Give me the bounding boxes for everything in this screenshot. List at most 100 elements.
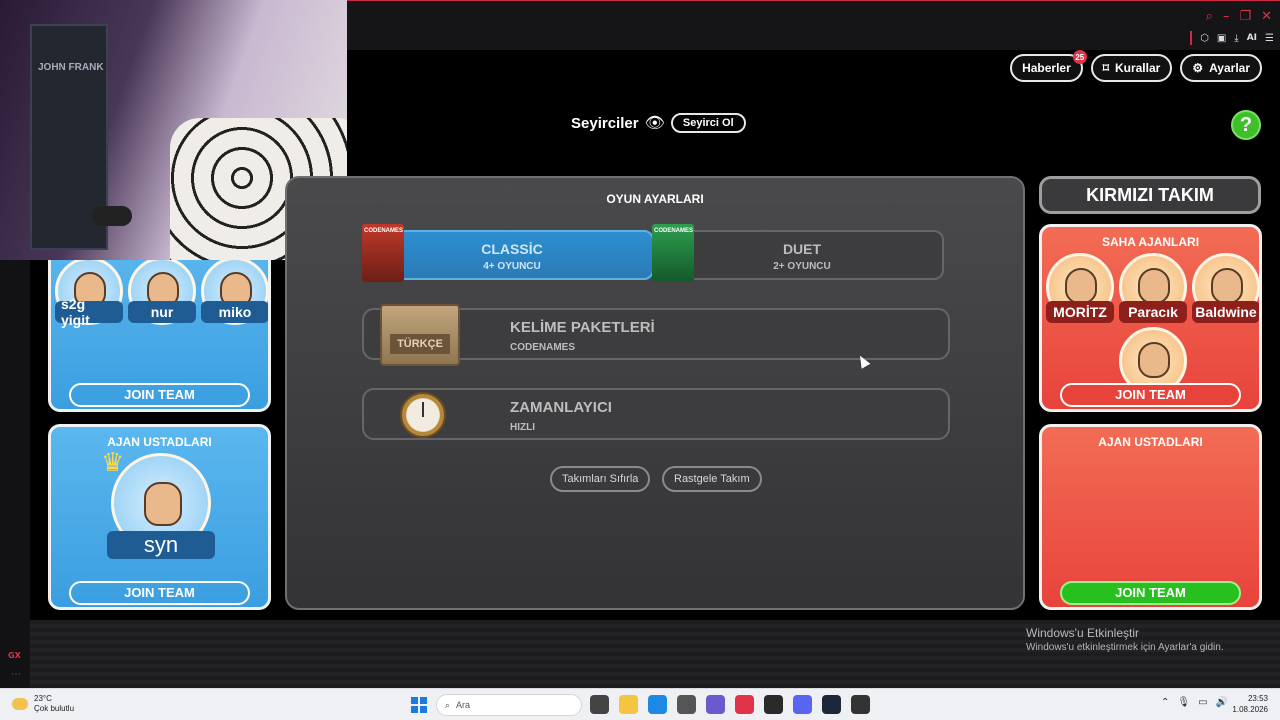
crate-icon: TÜRKÇE [380, 304, 460, 366]
mode-classic-button[interactable]: CODENAMES CLASSİC 4+ OYUNCU [362, 224, 654, 282]
taskbar-search[interactable]: ⌕ Ara [436, 694, 582, 716]
settings-title: OYUN AYARLARI [606, 192, 704, 206]
cloud-icon [12, 698, 28, 710]
extension-bar: ⬡ ▣ ⤓ AI ☰ [1190, 31, 1274, 45]
settings-button[interactable]: ⚙ Ayarlar [1180, 54, 1262, 82]
player-name: MORİTZ [1046, 301, 1114, 323]
windows-start-icon[interactable] [411, 697, 427, 713]
watermark-title: Windows'u Etkinleştir [1026, 626, 1139, 640]
blue-operatives-panel: s2g yigit nur miko JOIN TEAM [48, 240, 271, 412]
face-icon [1211, 268, 1243, 304]
player-name: Paracık [1119, 301, 1187, 323]
settings-label: Ayarlar [1209, 61, 1250, 75]
face-icon [1138, 342, 1170, 378]
copilot-icon[interactable] [706, 695, 725, 714]
taskbar-apps [590, 695, 870, 714]
steam-icon[interactable] [822, 695, 841, 714]
red-operatives-title: SAHA AJANLARI [1101, 235, 1200, 249]
crate-label: TÜRKÇE [390, 334, 450, 354]
mode-players: 2+ OYUNCU [773, 261, 831, 272]
random-teams-button[interactable]: Rastgele Takım [662, 466, 762, 492]
file-explorer-icon[interactable] [619, 695, 638, 714]
volume-icon[interactable]: 🔊 [1216, 697, 1228, 708]
microphone-icon[interactable]: 🎙 [1177, 697, 1190, 708]
player-name: s2g yigit [55, 296, 123, 328]
search-icon[interactable]: ⌕ [1206, 9, 1213, 24]
rules-label: Kurallar [1114, 61, 1161, 75]
display-icon[interactable]: ▭ [1198, 697, 1207, 708]
news-badge: 25 [1072, 50, 1087, 64]
menu-icon[interactable]: ☰ [1265, 33, 1274, 44]
timer-value: HIZLI [510, 422, 535, 433]
search-placeholder: Ara [456, 700, 471, 710]
blue-operatives-join-button[interactable]: JOIN TEAM [69, 383, 250, 407]
blue-spymasters-join-button[interactable]: JOIN TEAM [69, 581, 250, 605]
news-label: Haberler [1022, 61, 1071, 75]
word-packs-row[interactable]: TÜRKÇE KELİME PAKETLERİ CODENAMES [362, 304, 950, 366]
system-tray: ⌃ 🎙 ▭ 🔊 [1161, 697, 1228, 708]
snapshot-icon[interactable]: ▣ [1217, 33, 1226, 44]
help-button[interactable]: ? [1231, 110, 1261, 140]
face-icon [1065, 268, 1097, 304]
become-spectator-button[interactable]: Seyirci Ol [670, 113, 746, 133]
gear-icon: ⚙ [1192, 61, 1204, 75]
minimize-icon[interactable]: – [1223, 9, 1230, 24]
time: 23:53 [1247, 694, 1268, 703]
obs-icon[interactable] [851, 695, 870, 714]
word-packs-title: KELİME PAKETLERİ [510, 319, 655, 336]
spymaster-name: syn [107, 531, 215, 559]
player-name: nur [128, 301, 196, 323]
spectators-title: Seyirciler [571, 114, 639, 132]
app-icon[interactable] [764, 695, 783, 714]
extension-icon[interactable]: ⬡ [1200, 33, 1209, 44]
gx-label[interactable]: GX [8, 651, 21, 660]
bookmark-icon: ⌑ [1102, 61, 1109, 75]
taskbar: 23°C Çok bulutlu ⌕ Ara ⌃ 🎙 ▭ 🔊 23:53 1.0… [0, 688, 1280, 720]
weather-text: 23°C Çok bulutlu [34, 694, 74, 714]
word-packs-value: CODENAMES [510, 342, 576, 353]
rules-button[interactable]: ⌑ Kurallar [1090, 54, 1173, 82]
duet-box-art: CODENAMES [652, 224, 694, 282]
store-icon[interactable] [677, 695, 696, 714]
window-controls: ⌕ – ❐ ✕ [1206, 9, 1272, 24]
red-operatives-panel: SAHA AJANLARI MORİTZ Paracık Baldwine JO… [1039, 224, 1262, 412]
reset-teams-button[interactable]: Takımları Sıfırla [550, 466, 651, 492]
classic-box-art: CODENAMES [362, 224, 404, 282]
mode-duet-button[interactable]: CODENAMES DUET 2+ OYUNCU [652, 224, 944, 282]
blue-spymasters-panel: AJAN USTADLARI ♛ syn JOIN TEAM [48, 424, 271, 610]
close-icon[interactable]: ✕ [1261, 9, 1272, 24]
box-title: CODENAMES [654, 228, 694, 234]
download-icon[interactable]: ⤓ [1234, 33, 1238, 44]
timer-row[interactable]: ZAMANLAYICI HIZLI [362, 388, 950, 440]
maximize-icon[interactable]: ❐ [1239, 9, 1251, 24]
lamp [92, 206, 132, 226]
mode-name: CLASSİC [481, 241, 543, 257]
opera-gx-icon[interactable] [735, 695, 754, 714]
temperature: 23°C [34, 694, 52, 703]
news-button[interactable]: Haberler 25 [1010, 50, 1087, 82]
blue-spymasters-title: AJAN USTADLARI [107, 435, 212, 449]
eye-icon: 👁 [644, 115, 665, 132]
box-title: CODENAMES [364, 228, 404, 234]
red-operatives-join-button[interactable]: JOIN TEAM [1060, 383, 1241, 407]
ai-label[interactable]: AI [1247, 33, 1257, 43]
top-buttons: Haberler 25 ⌑ Kurallar ⚙ Ayarlar [1010, 50, 1262, 82]
chevron-up-icon[interactable]: ⌃ [1161, 697, 1169, 708]
player-name: miko [201, 301, 268, 323]
more-icon[interactable]: ⋯ [11, 669, 21, 680]
red-spymasters-title: AJAN USTADLARI [1098, 435, 1203, 449]
red-spymasters-join-button[interactable]: JOIN TEAM [1060, 581, 1241, 605]
face-icon [1138, 268, 1170, 304]
player-name: Baldwine [1192, 301, 1259, 323]
taskbar-clock[interactable]: 23:53 1.08.2026 [1232, 693, 1268, 715]
edge-icon[interactable] [648, 695, 667, 714]
mode-players: 4+ OYUNCU [483, 261, 541, 272]
weather-widget[interactable]: 23°C Çok bulutlu [12, 694, 74, 714]
watermark-subtitle: Windows'u etkinleştirmek için Ayarlar'a … [1026, 642, 1224, 653]
discord-icon[interactable] [793, 695, 812, 714]
red-spymasters-panel: AJAN USTADLARI JOIN TEAM [1039, 424, 1262, 610]
task-view-icon[interactable] [590, 695, 609, 714]
date: 1.08.2026 [1232, 705, 1268, 714]
mode-name: DUET [782, 241, 822, 257]
face-icon [144, 482, 182, 526]
